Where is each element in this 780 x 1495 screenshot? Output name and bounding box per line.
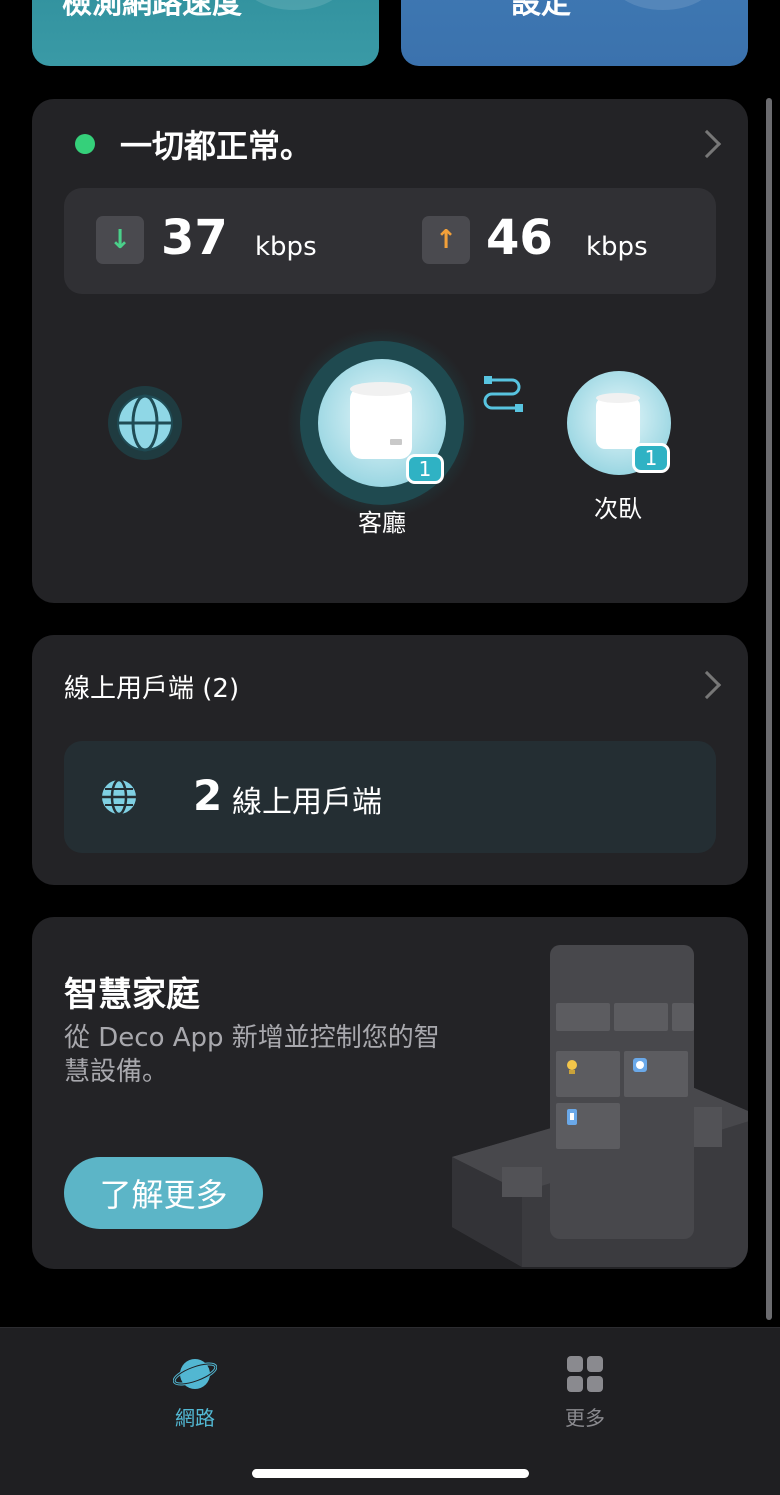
main-deco-node[interactable] — [287, 328, 477, 518]
sub-node-label: 次臥 — [594, 495, 642, 523]
smart-home-card: 智慧家庭 從 Deco App 新增並控制您的智慧設備。 了解更多 — [32, 917, 748, 1269]
main-node-label: 客廳 — [358, 509, 406, 537]
tab-network[interactable]: 網路 — [135, 1350, 255, 1440]
globe-icon — [102, 778, 136, 816]
network-status-card[interactable]: 一切都正常。 ↓ 37 kbps ↑ 46 kbps 1 客廳 1 次臥 — [32, 99, 748, 603]
speed-test-label: 檢測網路速度 — [62, 0, 242, 21]
settings-label: 設定 — [511, 0, 571, 21]
speed-test-card[interactable]: 檢測網路速度 — [32, 0, 379, 66]
clients-count: 2 — [193, 771, 223, 820]
main-node-client-badge: 1 — [406, 454, 444, 484]
smart-home-title: 智慧家庭 — [64, 975, 200, 1015]
tab-more-label: 更多 — [565, 1406, 605, 1430]
settings-card[interactable]: 設定 — [401, 0, 748, 66]
scrollbar[interactable] — [766, 98, 772, 1320]
chevron-right-icon[interactable] — [692, 670, 722, 700]
card-decoration — [239, 0, 349, 10]
planet-icon — [173, 1359, 217, 1389]
tab-network-label: 網路 — [175, 1406, 215, 1430]
sub-node-client-badge: 1 — [632, 443, 670, 473]
online-clients-card[interactable]: 線上用戶端 (2) 2 線上用戶端 — [32, 635, 748, 885]
tab-more[interactable]: 更多 — [525, 1350, 645, 1440]
smart-home-illustration — [452, 945, 748, 1267]
clients-summary[interactable]: 2 線上用戶端 — [64, 741, 716, 853]
clients-title: 線上用戶端 (2) — [64, 674, 240, 704]
smart-home-description: 從 Deco App 新增並控制您的智慧設備。 — [64, 1023, 440, 1087]
learn-more-button[interactable]: 了解更多 — [64, 1157, 263, 1229]
internet-globe-icon[interactable] — [108, 386, 182, 460]
ethernet-cable-icon — [483, 376, 523, 412]
clients-label: 線上用戶端 — [232, 785, 382, 820]
card-decoration — [608, 0, 718, 10]
home-indicator[interactable] — [252, 1469, 529, 1478]
grid-icon — [567, 1356, 603, 1392]
